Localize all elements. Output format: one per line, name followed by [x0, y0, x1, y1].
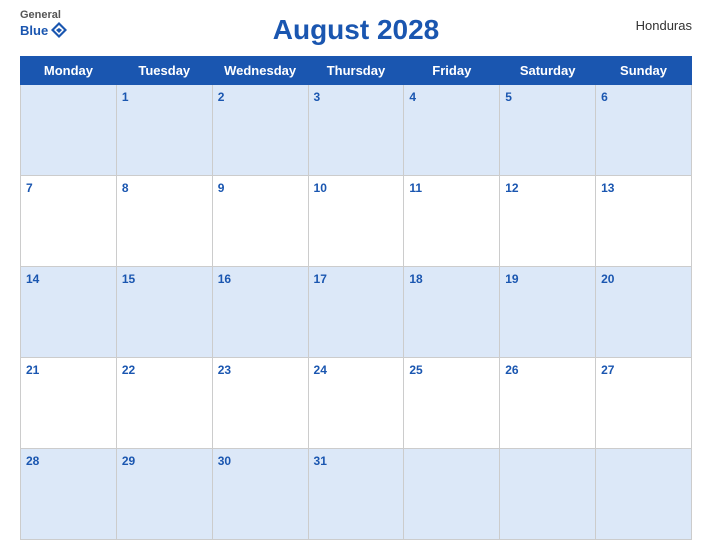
calendar-cell: 6 [596, 85, 692, 176]
calendar-cell: 7 [21, 176, 117, 267]
date-number: 20 [601, 272, 614, 286]
date-number: 18 [409, 272, 422, 286]
logo-general: General [20, 10, 61, 21]
logo-icon [50, 21, 68, 39]
calendar-cell: 13 [596, 176, 692, 267]
calendar-cell: 24 [308, 358, 404, 449]
calendar-cell: 11 [404, 176, 500, 267]
calendar-cell: 27 [596, 358, 692, 449]
date-number: 27 [601, 363, 614, 377]
country-label: Honduras [636, 18, 692, 33]
calendar-cell: 10 [308, 176, 404, 267]
date-number: 25 [409, 363, 422, 377]
calendar-cell: 5 [500, 85, 596, 176]
calendar-cell: 26 [500, 358, 596, 449]
calendar-cell: 14 [21, 267, 117, 358]
calendar-cell: 21 [21, 358, 117, 449]
date-number: 30 [218, 454, 231, 468]
date-number: 11 [409, 181, 422, 195]
calendar-cell [500, 449, 596, 540]
calendar-header: General Blue August 2028 Honduras [20, 10, 692, 50]
calendar-week-row: 21 22 23 24 25 26 27 [21, 358, 692, 449]
date-number: 13 [601, 181, 614, 195]
date-number: 2 [218, 90, 225, 104]
date-number: 26 [505, 363, 518, 377]
calendar-cell: 4 [404, 85, 500, 176]
day-headers-row: Monday Tuesday Wednesday Thursday Friday… [21, 57, 692, 85]
date-number: 21 [26, 363, 39, 377]
calendar-cell [596, 449, 692, 540]
calendar-cell: 29 [116, 449, 212, 540]
date-number: 29 [122, 454, 135, 468]
calendar-week-row: 7 8 9 10 11 12 13 [21, 176, 692, 267]
date-number: 1 [122, 90, 129, 104]
date-number: 31 [314, 454, 327, 468]
date-number: 17 [314, 272, 327, 286]
calendar-table: Monday Tuesday Wednesday Thursday Friday… [20, 56, 692, 540]
header-saturday: Saturday [500, 57, 596, 85]
header-tuesday: Tuesday [116, 57, 212, 85]
calendar-cell: 30 [212, 449, 308, 540]
calendar-cell: 3 [308, 85, 404, 176]
date-number: 10 [314, 181, 327, 195]
calendar-cell: 22 [116, 358, 212, 449]
calendar-cell: 2 [212, 85, 308, 176]
date-number: 4 [409, 90, 416, 104]
logo-blue: Blue [20, 24, 48, 37]
calendar-cell: 19 [500, 267, 596, 358]
calendar-cell: 9 [212, 176, 308, 267]
calendar-week-row: 14 15 16 17 18 19 20 [21, 267, 692, 358]
date-number: 9 [218, 181, 225, 195]
date-number: 14 [26, 272, 39, 286]
calendar-cell: 23 [212, 358, 308, 449]
date-number: 12 [505, 181, 518, 195]
month-title: August 2028 [273, 14, 440, 46]
date-number: 16 [218, 272, 231, 286]
calendar-cell: 28 [21, 449, 117, 540]
calendar-week-row: 1 2 3 4 5 6 [21, 85, 692, 176]
date-number: 15 [122, 272, 135, 286]
date-number: 5 [505, 90, 512, 104]
calendar-cell: 1 [116, 85, 212, 176]
header-wednesday: Wednesday [212, 57, 308, 85]
date-number: 28 [26, 454, 39, 468]
calendar-cell: 18 [404, 267, 500, 358]
date-number: 7 [26, 181, 33, 195]
date-number: 22 [122, 363, 135, 377]
header-sunday: Sunday [596, 57, 692, 85]
calendar-cell: 15 [116, 267, 212, 358]
calendar-cell: 12 [500, 176, 596, 267]
date-number: 3 [314, 90, 321, 104]
calendar-cell: 20 [596, 267, 692, 358]
calendar-cell: 16 [212, 267, 308, 358]
date-number: 19 [505, 272, 518, 286]
date-number: 6 [601, 90, 608, 104]
date-number: 24 [314, 363, 327, 377]
calendar-cell [404, 449, 500, 540]
calendar-cell: 25 [404, 358, 500, 449]
date-number: 23 [218, 363, 231, 377]
calendar-cell: 31 [308, 449, 404, 540]
logo: General Blue [20, 10, 68, 39]
header-monday: Monday [21, 57, 117, 85]
calendar-cell: 8 [116, 176, 212, 267]
calendar-cell [21, 85, 117, 176]
calendar-week-row: 28 29 30 31 [21, 449, 692, 540]
header-thursday: Thursday [308, 57, 404, 85]
date-number: 8 [122, 181, 129, 195]
calendar-cell: 17 [308, 267, 404, 358]
header-friday: Friday [404, 57, 500, 85]
